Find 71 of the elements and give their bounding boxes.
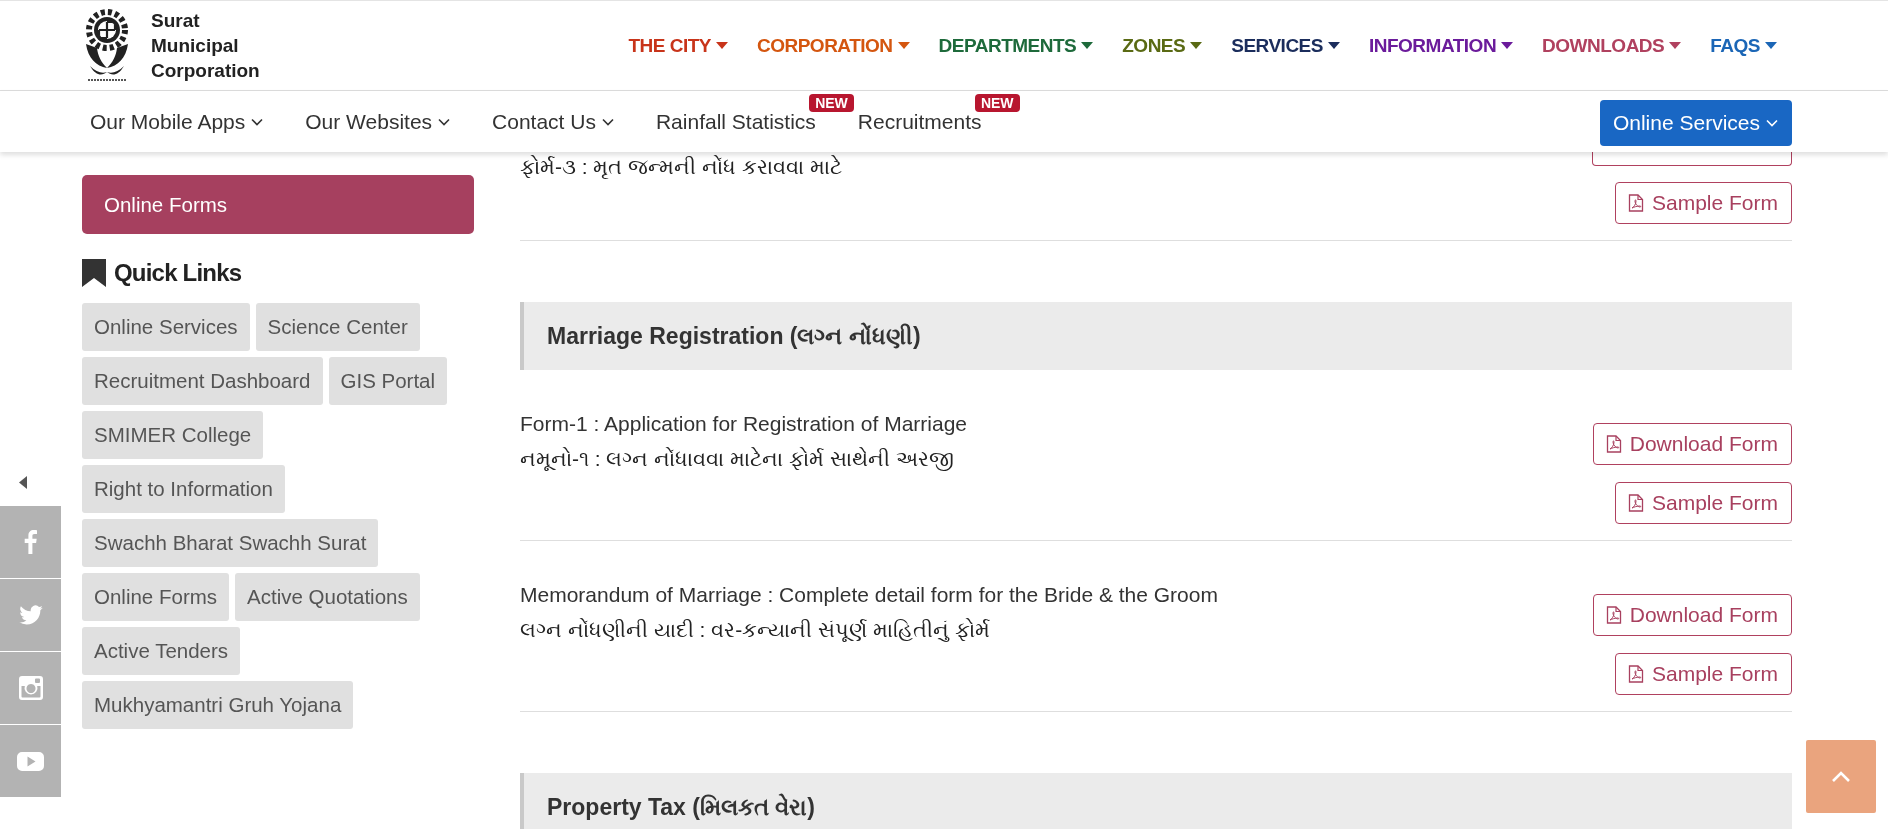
nav-link[interactable]: Contact Us [492, 109, 614, 134]
caret-down-icon [1765, 42, 1777, 49]
twitter-bird-icon [18, 605, 43, 625]
new-badge: NEW [974, 94, 1020, 112]
pdf-form-button[interactable]: Download Form [1592, 423, 1792, 465]
form-title: Memorandum of Marriage : Complete detail form for the Bride & the Groom [520, 582, 1218, 607]
nav-link[interactable]: Our Mobile Apps [90, 109, 264, 134]
form-title-gujarati: ફોર્મ-૩ : મૃત જન્મની નોંધ કરાવવા માટે [520, 154, 842, 181]
youtube-play-icon [17, 751, 44, 771]
nav-link[interactable]: Recruitments [857, 109, 982, 134]
nav-menu-item[interactable]: DEPARTMENTS [938, 33, 1094, 58]
quick-link[interactable]: Mukhyamantri Gruh Yojana [82, 681, 354, 729]
pdf-file-icon [1605, 435, 1622, 453]
quick-link[interactable]: Active Tenders [82, 627, 241, 675]
caret-down-icon [1669, 42, 1682, 49]
quick-link[interactable]: GIS Portal [328, 357, 448, 405]
form-title: Form-1 : Application for Registration of Marriage [520, 411, 968, 436]
quick-link[interactable]: Right to Information [82, 465, 285, 513]
chevron-down-icon [251, 117, 264, 126]
pdf-file-icon [1627, 665, 1644, 683]
caret-left-icon[interactable] [19, 476, 27, 489]
nav-menu-item[interactable]: FAQS [1710, 33, 1777, 58]
instagram-icon [18, 676, 43, 700]
pdf-file-icon [1627, 494, 1644, 512]
pdf-form-button[interactable]: Sample Form [1614, 182, 1792, 224]
section-heading: Property Tax (મિલકત વેરા) [520, 773, 1792, 829]
nav-menu-item[interactable]: ZONES [1122, 33, 1203, 58]
quick-link[interactable]: Online Forms [82, 573, 230, 621]
instagram-button[interactable] [0, 652, 61, 724]
nav-link[interactable]: Our Websites [305, 109, 451, 134]
form-title-gujarati: લગ્ન નોંધણીની યાદી : વર-કન્યાની સંપૂર્ણ માહિતીનું ફોર્મ [520, 617, 991, 644]
caret-down-icon [1081, 42, 1094, 49]
facebook-button[interactable] [0, 506, 61, 578]
pdf-file-icon [1627, 194, 1644, 212]
nav-menu-item[interactable]: INFORMATION [1368, 33, 1514, 58]
quick-link[interactable]: Science Center [255, 303, 420, 351]
quick-link[interactable]: Recruitment Dashboard [82, 357, 323, 405]
logo-text: Surat Municipal Corporation [151, 9, 260, 83]
pdf-file-icon [1605, 606, 1622, 624]
chevron-down-icon [1766, 118, 1778, 127]
pdf-form-button[interactable]: Download Form [1592, 594, 1792, 636]
caret-down-icon [897, 42, 910, 49]
nav-link[interactable]: Rainfall Statistics [655, 109, 816, 134]
facebook-icon [24, 530, 37, 554]
section-heading: Marriage Registration (લગ્ન નોંધણી) [520, 302, 1792, 370]
youtube-button[interactable] [0, 725, 61, 797]
bookmark-icon [82, 259, 106, 287]
online-services-button[interactable]: Online Services [1599, 99, 1792, 146]
caret-down-icon [715, 42, 728, 49]
pdf-form-button[interactable]: Sample Form [1614, 482, 1792, 524]
caret-down-icon [1190, 42, 1203, 49]
caret-down-icon [1327, 42, 1340, 49]
chevron-down-icon [601, 117, 614, 126]
chevron-up-icon [1831, 770, 1851, 783]
quick-link[interactable]: SMIMER College [82, 411, 264, 459]
caret-down-icon [1501, 42, 1514, 49]
form-title-gujarati: નમૂનો-૧ : લગ્ન નોંધાવવા માટેના ફોર્મ સાથેની અરજી [520, 446, 955, 473]
twitter-button[interactable] [0, 579, 61, 651]
nav-menu-item[interactable]: SERVICES [1231, 33, 1340, 58]
quick-link[interactable]: Active Quotations [235, 573, 420, 621]
quick-links-heading: Quick Links [114, 258, 242, 288]
button-bottom-edge[interactable] [1592, 152, 1792, 166]
chevron-down-icon [438, 117, 451, 126]
nav-menu-item[interactable]: DOWNLOADS [1542, 33, 1682, 58]
nav-menu-item[interactable]: CORPORATION [756, 33, 910, 58]
new-badge: NEW [809, 94, 854, 112]
sidebar-menu-item[interactable]: Online Forms [82, 175, 474, 234]
quick-link[interactable]: Swachh Bharat Swachh Surat [82, 519, 379, 567]
nav-menu-item[interactable]: THE CITY [628, 33, 728, 58]
pdf-form-button[interactable]: Sample Form [1614, 653, 1792, 695]
quick-link[interactable]: Online Services [82, 303, 250, 351]
